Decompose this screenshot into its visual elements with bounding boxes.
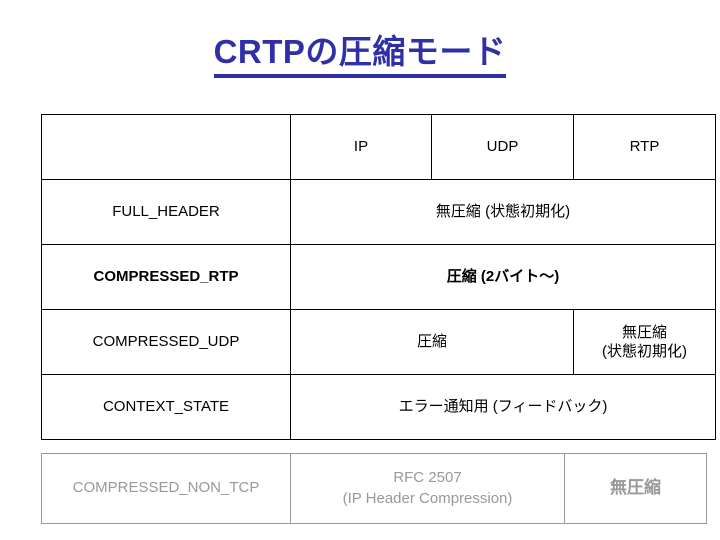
header-cell-rtp: RTP xyxy=(573,114,716,180)
page-title-text: CRTPの圧縮モード xyxy=(213,32,507,78)
rfc-title: (IP Header Compression) xyxy=(342,489,513,507)
header-cell-udp: UDP xyxy=(431,114,574,180)
row-label-compressed-udp: COMPRESSED_UDP xyxy=(41,309,291,375)
row-label-compressed-non-tcp: COMPRESSED_NON_TCP xyxy=(41,453,291,524)
header-cell-blank xyxy=(41,114,291,180)
row-value-context-state: エラー通知用 (フィードバック) xyxy=(290,374,716,440)
row-value-compressed-udp-ipudp: 圧縮 xyxy=(290,309,574,375)
row-value-compressed-non-tcp-rfc: RFC 2507 (IP Header Compression) xyxy=(290,453,565,524)
row-value-full-header: 無圧縮 (状態初期化) xyxy=(290,179,716,245)
header-cell-ip: IP xyxy=(290,114,432,180)
row-label-full-header: FULL_HEADER xyxy=(41,179,291,245)
table-row: COMPRESSED_UDP 圧縮 無圧縮 (状態初期化) xyxy=(41,309,716,375)
table-row: CONTEXT_STATE エラー通知用 (フィードバック) xyxy=(41,374,716,440)
row-label-context-state: CONTEXT_STATE xyxy=(41,374,291,440)
page-title: CRTPの圧縮モード xyxy=(0,32,720,78)
table-row: FULL_HEADER 無圧縮 (状態初期化) xyxy=(41,179,716,245)
row-value-compressed-udp-rtp: 無圧縮 (状態初期化) xyxy=(573,309,716,375)
table-row: COMPRESSED_RTP 圧縮 (2バイト〜) xyxy=(41,244,716,310)
table-row: COMPRESSED_NON_TCP RFC 2507 (IP Header C… xyxy=(41,453,707,524)
row-label-compressed-rtp: COMPRESSED_RTP xyxy=(41,244,291,310)
rfc-number: RFC 2507 xyxy=(393,469,462,487)
row-value-compressed-udp-rtp-line2: (状態初期化) xyxy=(602,343,687,360)
row-value-compressed-non-tcp-rtp: 無圧縮 xyxy=(564,453,707,524)
row-value-compressed-udp-rtp-line1: 無圧縮 xyxy=(621,323,667,341)
compressed-non-tcp-table: COMPRESSED_NON_TCP RFC 2507 (IP Header C… xyxy=(41,453,707,524)
table-header-row: IP UDP RTP xyxy=(41,114,716,180)
row-value-compressed-rtp: 圧縮 (2バイト〜) xyxy=(290,244,716,310)
crtp-compression-mode-table: IP UDP RTP FULL_HEADER 無圧縮 (状態初期化) COMPR… xyxy=(41,114,716,440)
